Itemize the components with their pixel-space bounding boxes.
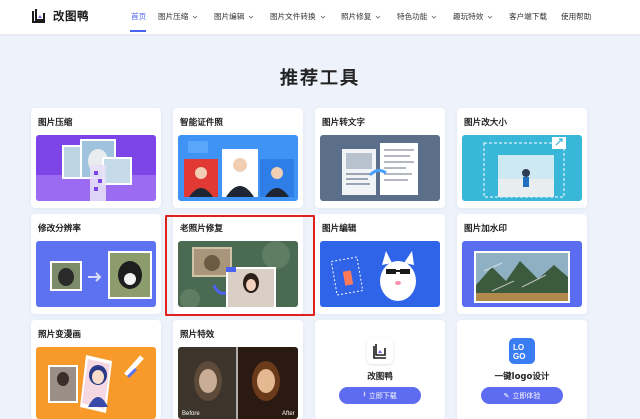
tool-card-watermark[interactable]: 图片加水印	[457, 214, 587, 314]
chevron-down-icon	[193, 15, 198, 19]
card-label: 智能证件照	[180, 118, 223, 128]
edit-icon: ✎	[503, 391, 510, 400]
card-thumbnail	[178, 135, 298, 201]
before-label: Before	[182, 411, 200, 417]
chevron-down-icon	[320, 15, 325, 19]
card-label: 图片压缩	[38, 118, 73, 128]
promo-card-logo-design: LO GO 一键logo设计 ✎ 立即体验	[457, 320, 587, 419]
main-nav: 首页 图片压缩 图片编辑 图片文件转换 照片修复 特色功能 趣玩特效 客户端下载…	[0, 0, 640, 34]
card-thumbnail	[462, 241, 582, 307]
nav-image-compress[interactable]: 图片压缩	[158, 11, 198, 22]
card-thumbnail	[36, 347, 156, 419]
top-nav-bar: 改图鸭 首页 图片压缩 图片编辑 图片文件转换 照片修复 特色功能 趣玩特效 客…	[0, 0, 640, 34]
nav-image-edit[interactable]: 图片编辑	[214, 11, 254, 22]
tool-card-id-photo[interactable]: 智能证件照	[173, 108, 303, 208]
card-thumbnail	[320, 241, 440, 307]
chevron-down-icon	[376, 15, 381, 19]
card-thumbnail	[36, 241, 156, 307]
nav-features[interactable]: 特色功能	[397, 11, 437, 22]
tool-card-resize[interactable]: 图片改大小	[457, 108, 587, 208]
nav-file-convert[interactable]: 图片文件转换	[270, 11, 326, 22]
app-logo-icon	[367, 338, 393, 364]
logo-design-icon: LO GO	[509, 338, 535, 364]
card-label: 照片特效	[180, 330, 215, 340]
tool-card-photo-to-comic[interactable]: 照片变漫画	[31, 320, 161, 419]
tool-card-image-to-text[interactable]: 图片转文字	[315, 108, 445, 208]
card-label: 图片改大小	[464, 118, 507, 128]
tool-card-photo-effects[interactable]: 照片特效 Before After	[173, 320, 303, 419]
after-label: After	[282, 411, 295, 417]
card-label: 图片编辑	[322, 224, 357, 234]
nav-help[interactable]: 使用帮助	[561, 11, 591, 22]
tool-card-image-compress[interactable]: 图片压缩	[31, 108, 161, 208]
promo-title: 改图鸭	[367, 372, 393, 382]
active-nav-indicator	[130, 30, 146, 32]
download-icon: ⭳	[363, 390, 366, 398]
selection-highlight	[165, 215, 315, 316]
download-button[interactable]: ⭳ 立即下载	[339, 387, 421, 404]
tool-card-resolution[interactable]: 修改分辨率	[31, 214, 161, 314]
chevron-down-icon	[488, 15, 493, 19]
card-thumbnail: Before After	[178, 347, 298, 419]
card-label: 图片转文字	[322, 118, 365, 128]
card-label: 照片变漫画	[38, 330, 81, 340]
nav-home[interactable]: 首页	[131, 11, 146, 22]
page-title: 推荐工具	[280, 68, 360, 89]
card-thumbnail	[320, 135, 440, 201]
try-now-button[interactable]: ✎ 立即体验	[481, 387, 563, 404]
nav-photo-repair[interactable]: 照片修复	[341, 11, 381, 22]
card-label: 图片加水印	[464, 224, 507, 234]
card-thumbnail	[462, 135, 582, 201]
promo-card-app-download: 改图鸭 ⭳ 立即下载	[315, 320, 445, 419]
chevron-down-icon	[249, 15, 254, 19]
nav-fun-effects[interactable]: 趣玩特效	[453, 11, 493, 22]
svg-text:LO: LO	[513, 343, 524, 352]
svg-text:GO: GO	[513, 352, 525, 361]
tool-card-image-edit[interactable]: 图片编辑	[315, 214, 445, 314]
card-label: 修改分辨率	[38, 224, 81, 234]
chevron-down-icon	[432, 15, 437, 19]
nav-client-download[interactable]: 客户端下载	[509, 11, 547, 22]
promo-title: 一键logo设计	[494, 372, 550, 382]
card-thumbnail	[36, 135, 156, 201]
